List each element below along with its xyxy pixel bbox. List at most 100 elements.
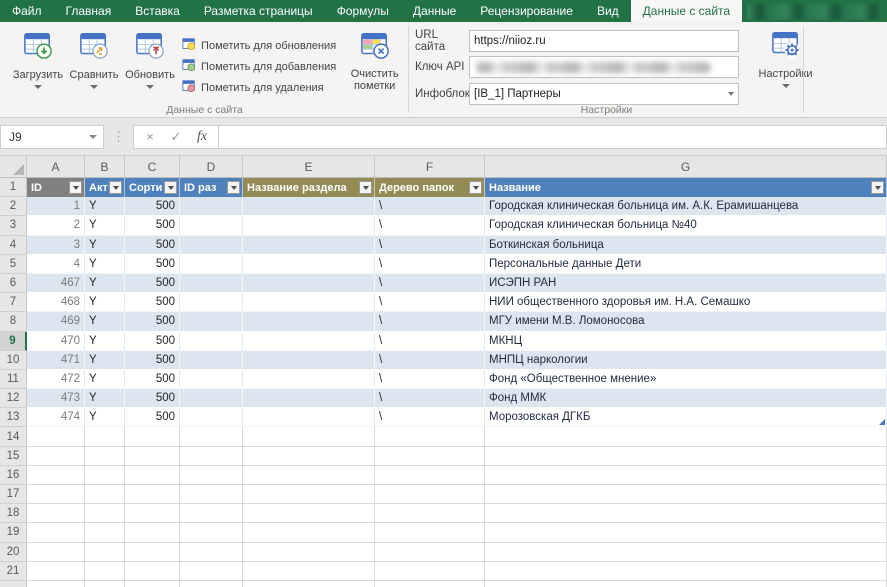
row-header[interactable]: 14 bbox=[0, 427, 27, 446]
cell-id[interactable]: 472 bbox=[27, 370, 85, 389]
cell[interactable] bbox=[375, 562, 485, 581]
cell-id[interactable]: 467 bbox=[27, 274, 85, 293]
cell-section-id[interactable] bbox=[180, 236, 243, 255]
cell[interactable] bbox=[27, 466, 85, 485]
cell[interactable] bbox=[485, 485, 887, 504]
cell-sort[interactable]: 500 bbox=[125, 197, 180, 216]
filter-button[interactable] bbox=[227, 181, 240, 194]
filter-button[interactable] bbox=[871, 181, 884, 194]
mark-for-add-button[interactable]: Пометить для добавления bbox=[182, 56, 336, 77]
chevron-down-icon[interactable] bbox=[90, 85, 98, 89]
refresh-button[interactable]: Обновить bbox=[122, 27, 178, 89]
cell-name[interactable]: МГУ имени М.В. Ломоносова bbox=[485, 312, 887, 331]
cell-folder-tree[interactable]: \ bbox=[375, 216, 485, 235]
header-cell-section-name[interactable]: Название раздела bbox=[243, 178, 375, 197]
cell-folder-tree[interactable]: \ bbox=[375, 312, 485, 331]
name-box[interactable]: J9 bbox=[0, 125, 104, 149]
cell-id[interactable]: 471 bbox=[27, 351, 85, 370]
cell[interactable] bbox=[375, 581, 485, 587]
cell-name[interactable]: Фонд ММК bbox=[485, 389, 887, 408]
filter-button[interactable] bbox=[164, 181, 177, 194]
cell[interactable] bbox=[180, 543, 243, 562]
cell-name[interactable]: Фонд «Общественное мнение» bbox=[485, 370, 887, 389]
cell-active[interactable]: Y bbox=[85, 389, 125, 408]
cell-sort[interactable]: 500 bbox=[125, 274, 180, 293]
cell-active[interactable]: Y bbox=[85, 274, 125, 293]
cell-name[interactable]: НИИ общественного здоровья им. Н.А. Сема… bbox=[485, 293, 887, 312]
cell[interactable] bbox=[27, 523, 85, 542]
cell[interactable] bbox=[375, 447, 485, 466]
header-cell-active[interactable]: Акт bbox=[85, 178, 125, 197]
chevron-down-icon[interactable] bbox=[782, 84, 790, 88]
cell[interactable] bbox=[243, 504, 375, 523]
cell-sort[interactable]: 500 bbox=[125, 332, 180, 351]
formula-bar-grip[interactable]: ⋮ bbox=[104, 129, 133, 145]
row-header[interactable]: 7 bbox=[0, 293, 27, 312]
cell[interactable] bbox=[85, 485, 125, 504]
cell-active[interactable]: Y bbox=[85, 312, 125, 331]
cell[interactable] bbox=[485, 466, 887, 485]
cell[interactable] bbox=[125, 543, 180, 562]
cell-active[interactable]: Y bbox=[85, 351, 125, 370]
cell-section-id[interactable] bbox=[180, 408, 243, 427]
cell-id[interactable]: 469 bbox=[27, 312, 85, 331]
tab-review[interactable]: Рецензирование bbox=[468, 0, 585, 22]
row-header[interactable]: 16 bbox=[0, 466, 27, 485]
cell[interactable] bbox=[180, 581, 243, 587]
cell-sort[interactable]: 500 bbox=[125, 389, 180, 408]
cell-id[interactable]: 468 bbox=[27, 293, 85, 312]
column-header-a[interactable]: A bbox=[27, 156, 85, 177]
header-cell-section-id[interactable]: ID раз bbox=[180, 178, 243, 197]
cell[interactable] bbox=[85, 543, 125, 562]
cell-sort[interactable]: 500 bbox=[125, 408, 180, 427]
cell-folder-tree[interactable]: \ bbox=[375, 332, 485, 351]
row-header[interactable]: 2 bbox=[0, 197, 27, 216]
cell[interactable] bbox=[485, 581, 887, 587]
cell-name[interactable]: МКНЦ bbox=[485, 332, 887, 351]
cell-section-id[interactable] bbox=[180, 216, 243, 235]
cell-id[interactable]: 470 bbox=[27, 332, 85, 351]
filter-button[interactable] bbox=[69, 181, 82, 194]
cell-section-name[interactable] bbox=[243, 408, 375, 427]
api-key-input-redacted[interactable] bbox=[469, 56, 739, 78]
cell[interactable] bbox=[243, 523, 375, 542]
row-header[interactable]: 15 bbox=[0, 447, 27, 466]
cell-folder-tree[interactable]: \ bbox=[375, 255, 485, 274]
cell-section-id[interactable] bbox=[180, 197, 243, 216]
header-cell-sort[interactable]: Сорти bbox=[125, 178, 180, 197]
cell-id[interactable]: 3 bbox=[27, 236, 85, 255]
cell[interactable] bbox=[180, 562, 243, 581]
chevron-down-icon[interactable] bbox=[89, 135, 97, 139]
cell[interactable] bbox=[27, 447, 85, 466]
cell[interactable] bbox=[125, 581, 180, 587]
cell-section-name[interactable] bbox=[243, 274, 375, 293]
filter-button[interactable] bbox=[359, 181, 372, 194]
cell[interactable] bbox=[180, 504, 243, 523]
cell[interactable] bbox=[375, 543, 485, 562]
cell[interactable] bbox=[85, 523, 125, 542]
row-header[interactable]: 1 bbox=[0, 178, 27, 197]
row-header[interactable]: 4 bbox=[0, 236, 27, 255]
cell-name[interactable]: Персональные данные Дети bbox=[485, 255, 887, 274]
chevron-down-icon[interactable] bbox=[146, 85, 154, 89]
cell-section-name[interactable] bbox=[243, 293, 375, 312]
cell[interactable] bbox=[375, 427, 485, 446]
column-header-c[interactable]: C bbox=[125, 156, 180, 177]
cell[interactable] bbox=[180, 466, 243, 485]
site-url-input[interactable] bbox=[469, 30, 739, 52]
cell[interactable] bbox=[125, 523, 180, 542]
cell-section-id[interactable] bbox=[180, 293, 243, 312]
row-header[interactable]: 17 bbox=[0, 485, 27, 504]
tab-formulas[interactable]: Формулы bbox=[325, 0, 401, 22]
cell-section-name[interactable] bbox=[243, 312, 375, 331]
row-header[interactable]: 13 bbox=[0, 408, 27, 427]
tab-site-data[interactable]: Данные с сайта bbox=[631, 0, 742, 22]
cell[interactable] bbox=[485, 562, 887, 581]
cell[interactable] bbox=[243, 562, 375, 581]
cell[interactable] bbox=[27, 562, 85, 581]
row-header-selected[interactable]: 9 bbox=[0, 332, 27, 351]
tab-insert[interactable]: Вставка bbox=[123, 0, 192, 22]
cell-folder-tree[interactable]: \ bbox=[375, 236, 485, 255]
cell-active[interactable]: Y bbox=[85, 197, 125, 216]
header-cell-id[interactable]: ID bbox=[27, 178, 85, 197]
